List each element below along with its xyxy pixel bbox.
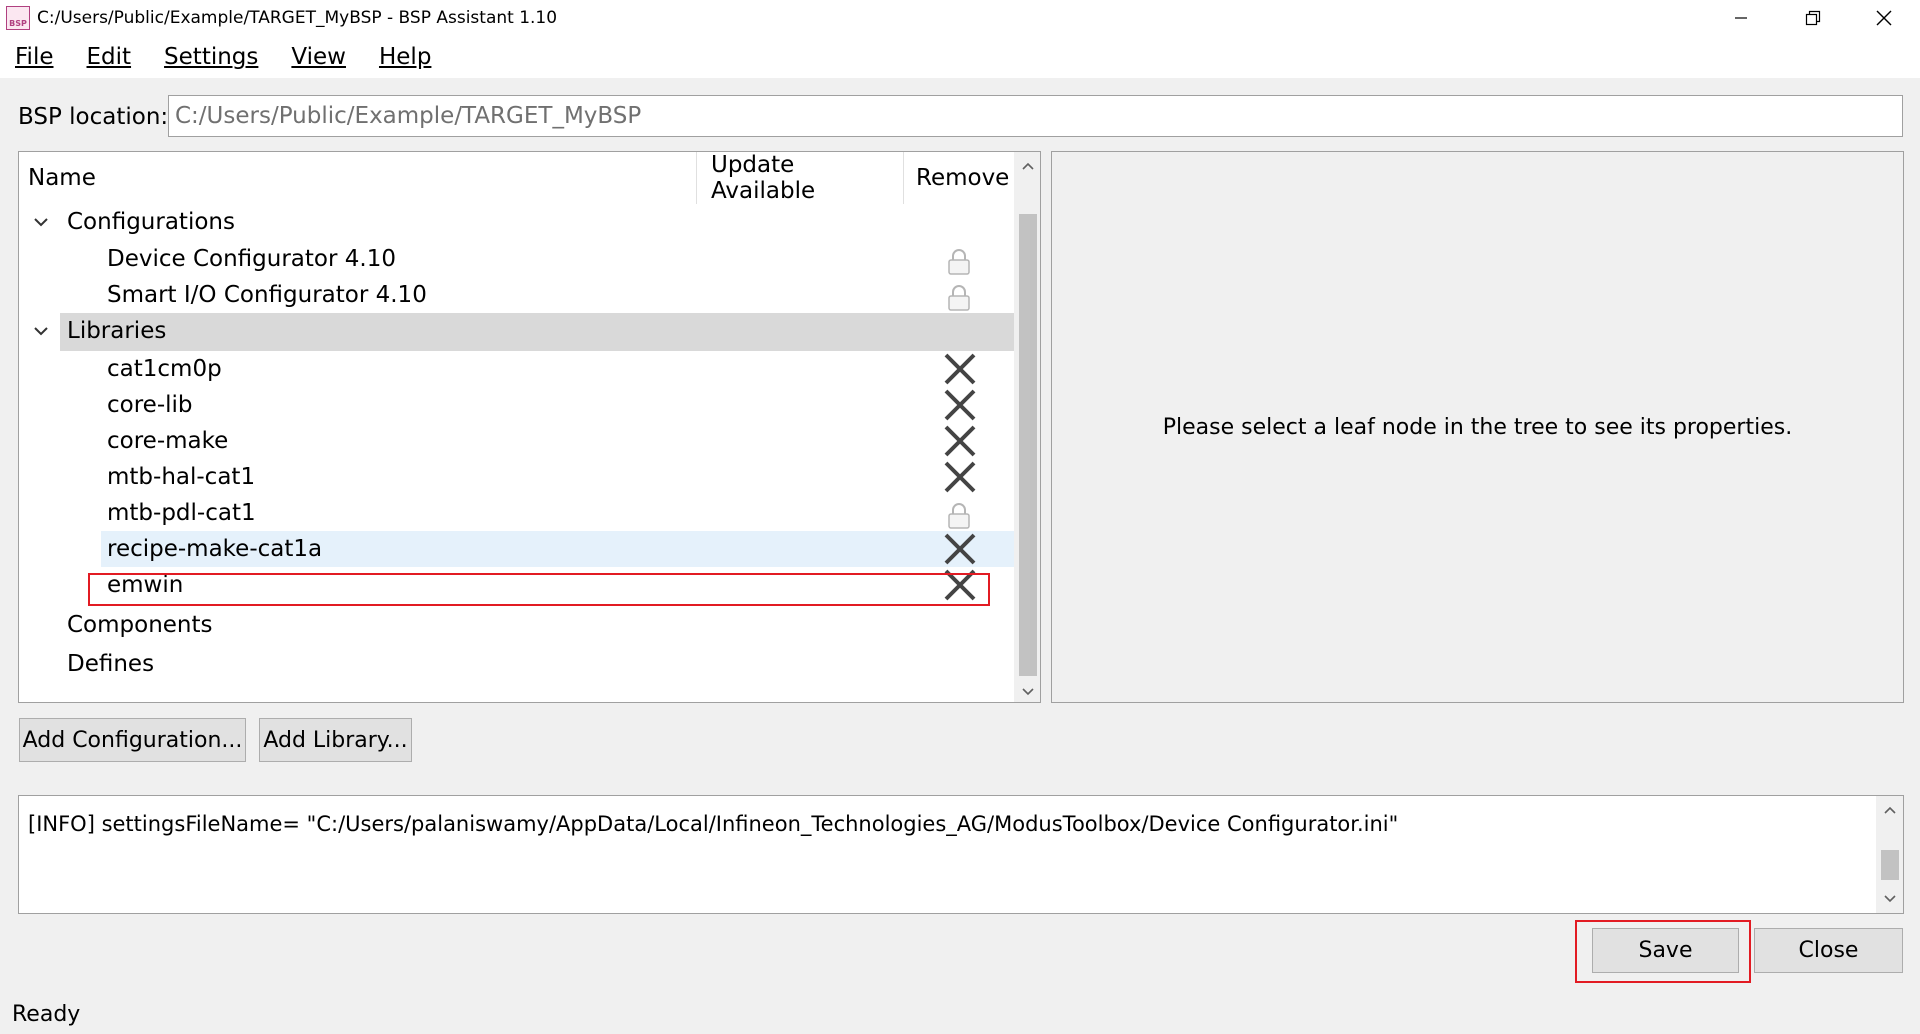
menu-edit[interactable]: Edit bbox=[72, 36, 150, 78]
tree-item-label: mtb-hal-cat1 bbox=[107, 464, 256, 490]
minimize-icon bbox=[1735, 17, 1747, 19]
tree-item-device-configurator[interactable]: Device Configurator 4.10 bbox=[19, 241, 1014, 277]
tree-item-mtb-hal-cat1[interactable]: mtb-hal-cat1 bbox=[19, 459, 1014, 495]
menu-file[interactable]: File bbox=[0, 36, 72, 78]
bsp-tree[interactable]: Name Update Available Remove Configurati… bbox=[18, 151, 1041, 703]
close-window-button[interactable] bbox=[1849, 0, 1919, 36]
tree-item-label: Smart I/O Configurator 4.10 bbox=[107, 282, 427, 308]
menu-help[interactable]: Help bbox=[364, 36, 449, 78]
remove-x-icon[interactable] bbox=[942, 532, 978, 566]
menu-file-label: File bbox=[15, 44, 54, 70]
log-scrollbar[interactable] bbox=[1876, 796, 1903, 913]
remove-x-icon[interactable] bbox=[942, 352, 978, 386]
column-header-name-label: Name bbox=[28, 165, 96, 191]
tree-item-mtb-pdl-cat1[interactable]: mtb-pdl-cat1 bbox=[19, 495, 1014, 531]
menu-edit-label: Edit bbox=[86, 44, 132, 70]
menu-view[interactable]: View bbox=[276, 36, 364, 78]
chevron-down-icon[interactable] bbox=[31, 321, 51, 341]
scroll-down-icon[interactable] bbox=[1019, 682, 1037, 700]
tree-node-configurations[interactable]: Configurations bbox=[19, 204, 1014, 240]
close-button[interactable]: Close bbox=[1754, 928, 1903, 973]
tree-node-libraries[interactable]: Libraries bbox=[19, 313, 1014, 351]
tree-item-core-lib[interactable]: core-lib bbox=[19, 387, 1014, 423]
minimize-button[interactable] bbox=[1706, 0, 1776, 36]
tree-scrollbar[interactable] bbox=[1014, 152, 1040, 702]
scroll-thumb[interactable] bbox=[1019, 214, 1037, 676]
tree-item-label: core-make bbox=[107, 428, 229, 454]
column-header-remove[interactable]: Remove bbox=[904, 152, 1014, 204]
emwin-annotation-box bbox=[88, 573, 990, 606]
title-bar: BSP C:/Users/Public/Example/TARGET_MyBSP… bbox=[0, 0, 1920, 36]
restore-icon bbox=[1805, 10, 1821, 26]
remove-x-icon[interactable] bbox=[942, 388, 978, 422]
scroll-down-icon[interactable] bbox=[1881, 889, 1899, 907]
tree-item-smart-io-configurator[interactable]: Smart I/O Configurator 4.10 bbox=[19, 277, 1014, 313]
column-header-remove-label: Remove bbox=[916, 165, 1010, 191]
app-icon-label: BSP bbox=[9, 19, 27, 28]
app-icon: BSP bbox=[6, 6, 30, 30]
bsp-location-label: BSP location: bbox=[18, 104, 169, 130]
window-title: C:/Users/Public/Example/TARGET_MyBSP - B… bbox=[37, 8, 558, 28]
menu-help-label: Help bbox=[378, 44, 432, 70]
tree-item-recipe-make-cat1a[interactable]: recipe-make-cat1a bbox=[19, 531, 1014, 567]
lock-icon bbox=[948, 285, 970, 311]
tree-node-defines[interactable]: Defines bbox=[19, 646, 1014, 682]
properties-message: Please select a leaf node in the tree to… bbox=[1162, 414, 1793, 440]
restore-button[interactable] bbox=[1778, 0, 1848, 36]
scroll-thumb[interactable] bbox=[1881, 850, 1899, 880]
tree-item-label: core-lib bbox=[107, 392, 193, 418]
add-configuration-button[interactable]: Add Configuration... bbox=[19, 718, 246, 762]
tree-item-label: Device Configurator 4.10 bbox=[107, 246, 396, 272]
remove-x-icon[interactable] bbox=[942, 424, 978, 458]
lock-icon bbox=[948, 503, 970, 529]
lock-icon bbox=[948, 249, 970, 275]
status-text: Ready bbox=[12, 1002, 81, 1027]
column-header-update-label: Update Available bbox=[711, 152, 816, 204]
column-header-update[interactable]: Update Available bbox=[697, 152, 904, 204]
tree-node-label: Components bbox=[67, 612, 213, 638]
menu-bar: File Edit Settings View Help bbox=[0, 36, 1920, 78]
remove-x-icon[interactable] bbox=[942, 460, 978, 494]
tree-item-core-make[interactable]: core-make bbox=[19, 423, 1014, 459]
menu-settings-label: Settings bbox=[164, 44, 259, 70]
tree-node-label: Libraries bbox=[67, 318, 167, 344]
tree-node-label: Configurations bbox=[67, 209, 235, 235]
log-line: [INFO] settingsFileName= "C:/Users/palan… bbox=[28, 812, 1399, 836]
save-button[interactable]: Save bbox=[1592, 928, 1739, 973]
tree-node-components[interactable]: Components bbox=[19, 607, 1014, 643]
menu-view-label: View bbox=[291, 44, 346, 70]
tree-item-label: cat1cm0p bbox=[107, 356, 222, 382]
scroll-up-icon[interactable] bbox=[1881, 802, 1899, 820]
tree-node-label: Defines bbox=[67, 651, 155, 677]
log-console[interactable]: [INFO] settingsFileName= "C:/Users/palan… bbox=[18, 795, 1904, 914]
selection-highlight bbox=[60, 313, 1014, 351]
close-icon bbox=[1876, 10, 1892, 26]
bsp-location-field[interactable] bbox=[168, 95, 1903, 137]
add-library-button[interactable]: Add Library... bbox=[259, 718, 412, 762]
properties-panel: Please select a leaf node in the tree to… bbox=[1051, 151, 1904, 703]
column-header-name[interactable]: Name bbox=[19, 152, 697, 204]
chevron-down-icon[interactable] bbox=[31, 212, 51, 232]
menu-settings[interactable]: Settings bbox=[149, 36, 276, 78]
scroll-up-icon[interactable] bbox=[1019, 158, 1037, 176]
tree-item-label: recipe-make-cat1a bbox=[107, 536, 323, 562]
tree-item-cat1cm0p[interactable]: cat1cm0p bbox=[19, 351, 1014, 387]
tree-item-label: mtb-pdl-cat1 bbox=[107, 500, 256, 526]
